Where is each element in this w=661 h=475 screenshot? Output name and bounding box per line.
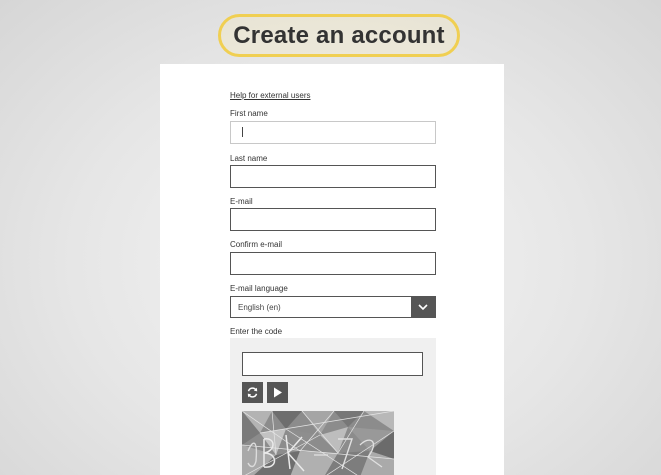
chevron-down-icon[interactable] — [411, 297, 435, 317]
first-name-field-wrap — [230, 121, 436, 144]
play-audio-captcha-button[interactable] — [267, 382, 288, 403]
refresh-captcha-button[interactable] — [242, 382, 263, 403]
captcha-panel — [230, 338, 436, 475]
first-name-label: First name — [230, 109, 268, 118]
page-title: Create an account — [233, 21, 445, 49]
captcha-image — [242, 411, 394, 475]
refresh-icon — [247, 387, 258, 398]
email-field[interactable] — [230, 208, 436, 231]
play-icon — [274, 387, 282, 398]
first-name-field[interactable] — [230, 121, 436, 144]
text-cursor — [242, 127, 243, 137]
captcha-input[interactable] — [242, 352, 423, 376]
confirm-email-label: Confirm e-mail — [230, 240, 283, 249]
last-name-field[interactable] — [230, 165, 436, 188]
email-language-label: E-mail language — [230, 284, 288, 293]
title-highlight: Create an account — [218, 14, 460, 57]
confirm-email-field[interactable] — [230, 252, 436, 275]
email-label: E-mail — [230, 197, 253, 206]
last-name-label: Last name — [230, 154, 268, 163]
help-link[interactable]: Help for external users — [230, 91, 310, 100]
captcha-label: Enter the code — [230, 327, 283, 336]
email-language-select[interactable]: English (en) — [230, 296, 436, 318]
registration-card: Help for external users First name Last … — [160, 64, 504, 475]
email-language-value: English (en) — [238, 303, 281, 312]
